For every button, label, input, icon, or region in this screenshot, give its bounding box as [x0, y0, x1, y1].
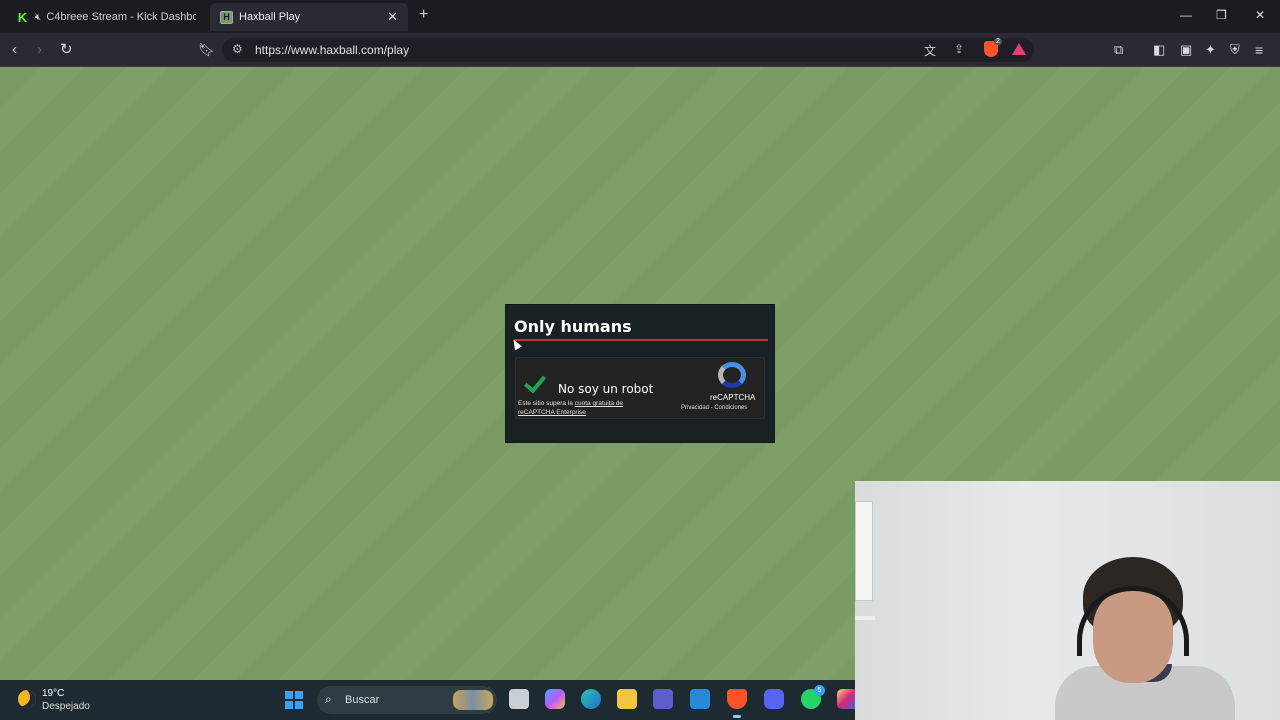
screenshot-icon[interactable]: ⧉ — [1114, 41, 1123, 59]
vpn-icon[interactable]: ⛨ — [1230, 41, 1240, 59]
browser-toolbar: ‹ › ↻ 🔖︎ ⚙ https://www.haxball.com/play … — [0, 33, 1280, 67]
webcam-overlay — [855, 481, 1280, 720]
search-highlight-image — [453, 690, 493, 710]
url-text[interactable]: https://www.haxball.com/play — [255, 43, 409, 57]
dialog-title: Only humans — [514, 317, 632, 336]
menu-icon[interactable]: ≡ — [1255, 41, 1263, 59]
mute-icon[interactable]: 🔇︎ — [35, 12, 41, 23]
new-tab-button[interactable]: + — [419, 6, 428, 24]
translate-icon[interactable]: 文 — [924, 42, 936, 59]
address-bar[interactable]: ⚙ https://www.haxball.com/play 文 ⇪ 2 — [222, 38, 1034, 62]
moon-icon[interactable] — [18, 690, 36, 708]
share-icon[interactable]: ⇪ — [954, 42, 964, 56]
search-icon: ⌕ — [325, 692, 332, 706]
recaptcha-widget[interactable]: No soy un robot Este sitio supera la cuo… — [515, 357, 765, 419]
store-icon[interactable] — [690, 689, 710, 709]
search-placeholder: Buscar — [345, 694, 380, 706]
windows-taskbar: 19°C Despejado ⌕ Buscar 5 — [0, 680, 855, 720]
privacy-terms-links[interactable]: Privacidad - Condiciones — [681, 405, 747, 411]
forward-icon[interactable]: › — [37, 41, 42, 59]
weather-condition[interactable]: Despejado — [42, 701, 90, 712]
restore-button[interactable]: ❐ — [1216, 8, 1227, 22]
wall-shelf — [855, 616, 875, 620]
weather-temperature[interactable]: 19°C — [42, 688, 64, 699]
tab-strip: K 🔇︎ C4breee Stream - Kick Dashboard H H… — [0, 0, 1280, 33]
edge-icon[interactable] — [581, 689, 601, 709]
reload-icon[interactable]: ↻ — [60, 41, 73, 59]
tab-title: C4breee Stream - Kick Dashboard — [46, 11, 196, 23]
copilot-icon[interactable] — [545, 689, 565, 709]
minimize-button[interactable]: — — [1180, 8, 1192, 22]
kick-icon: K — [16, 9, 29, 25]
checkmark-icon[interactable] — [523, 370, 547, 394]
task-view-icon[interactable] — [509, 689, 529, 709]
instagram-icon[interactable] — [837, 689, 855, 709]
whatsapp-badge: 5 — [814, 685, 825, 696]
taskbar-search[interactable]: ⌕ Buscar — [317, 686, 497, 714]
back-icon[interactable]: ‹ — [12, 41, 17, 59]
brave-taskbar-icon[interactable] — [727, 689, 747, 718]
recaptcha-brand: reCAPTCHA — [710, 393, 756, 402]
shields-count: 2 — [994, 38, 1002, 45]
close-tab-icon[interactable]: ✕ — [387, 9, 398, 25]
teams-icon[interactable] — [653, 689, 673, 709]
captcha-dialog: Only humans No soy un robot Este sitio s… — [505, 304, 775, 443]
site-settings-icon[interactable]: ⚙ — [232, 42, 243, 56]
close-window-button[interactable]: ✕ — [1255, 8, 1265, 22]
recaptcha-quota-note: Este sitio supera la cuota gratuita de r… — [518, 400, 624, 416]
recaptcha-label: No soy un robot — [558, 382, 654, 396]
recaptcha-logo-icon — [718, 362, 746, 388]
haxball-icon: H — [220, 10, 233, 24]
tab-kick-dashboard[interactable]: K 🔇︎ C4breee Stream - Kick Dashboard — [6, 3, 206, 31]
bookmark-icon[interactable]: 🔖︎ — [198, 41, 215, 59]
file-explorer-icon[interactable] — [617, 689, 637, 709]
wall-frame — [855, 501, 873, 601]
tab-title: Haxball Play — [239, 11, 301, 23]
tab-haxball-play[interactable]: H Haxball Play ✕ — [210, 3, 408, 31]
wallet-icon[interactable]: ▣ — [1180, 41, 1192, 59]
leo-ai-icon[interactable]: ✦ — [1205, 41, 1216, 59]
sidebar-icon[interactable]: ◧ — [1153, 41, 1165, 59]
discord-icon[interactable] — [764, 689, 784, 709]
start-button[interactable] — [285, 691, 303, 709]
brave-rewards-icon[interactable] — [1012, 43, 1026, 55]
title-divider — [514, 339, 768, 341]
